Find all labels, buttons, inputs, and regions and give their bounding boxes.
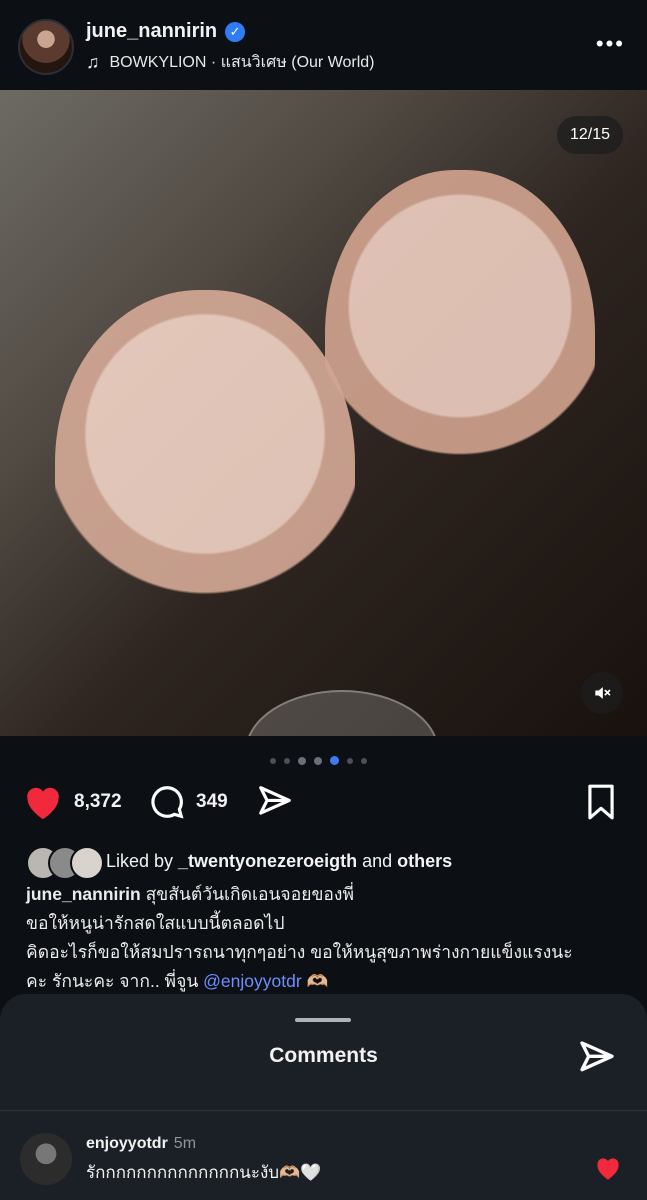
post-caption: june_nannirin สุขสันต์วันเกิดเอนจอยของพี… [26, 880, 626, 996]
action-bar: 8,372 349 [22, 783, 622, 827]
liked-by[interactable]: Liked by _twentyonezeroeigth and others [26, 846, 452, 880]
comment-item: enjoyyotdr 5m รักกกกกกกกกกกกกกนะงับ🫶🏼🤍 [20, 1133, 630, 1193]
username[interactable]: june_nannirin [86, 20, 217, 43]
comment-username[interactable]: enjoyyotdr [86, 1135, 168, 1152]
like-count[interactable]: 8,372 [74, 791, 122, 813]
divider [0, 1110, 647, 1111]
heart-icon [597, 1158, 619, 1180]
bookmark-icon[interactable] [584, 783, 618, 821]
carousel-dot [270, 757, 276, 764]
carousel-dot-active [330, 756, 339, 765]
comment-group: 349 [148, 783, 228, 821]
more-options-icon[interactable]: ••• [596, 31, 625, 57]
comment-like-button[interactable] [594, 1155, 622, 1186]
mute-button[interactable] [581, 672, 623, 714]
like-heart-icon[interactable] [22, 783, 64, 821]
caption-line: คะ รักนะคะ จาก.. พี่จูน [26, 971, 204, 991]
share-send-icon [580, 1041, 614, 1072]
caption-line: สุขสันต์วันเกิดเอนจอยของพี่ [140, 884, 355, 904]
music-info[interactable]: ♫ BOWKYLION · แสนวิเศษ (Our World) [86, 50, 375, 75]
liked-by-prefix: Liked by [106, 850, 179, 871]
caption-line: ขอให้หนูน่ารักสดใสแบบนี้ตลอดไป [26, 913, 285, 933]
comments-title: Comments [269, 1044, 378, 1067]
carousel-dot [284, 757, 290, 764]
caption-emoji: 🫶🏼 [306, 971, 329, 991]
caption-line: คิดอะไรก็ขอให้สมปรารถนาทุกๆอย่าง ขอให้หน… [26, 942, 573, 962]
speaker-muted-icon [595, 687, 611, 699]
username-row[interactable]: june_nannirin ✓ [86, 20, 246, 43]
post-header: june_nannirin ✓ ♫ BOWKYLION · แสนวิเศษ (… [0, 0, 647, 90]
music-note-icon: ♫ [86, 52, 100, 72]
sheet-share-button[interactable] [577, 1038, 617, 1083]
sheet-drag-handle[interactable] [295, 1018, 351, 1022]
save-group [584, 783, 618, 821]
comments-sheet: Comments enjoyyotdr 5m รักกกกกกกกกกกกกกนะ… [0, 994, 647, 1200]
post-photo[interactable] [0, 90, 647, 736]
liker-avatars [26, 846, 104, 880]
carousel-dot [298, 756, 306, 765]
profile-avatar[interactable] [18, 19, 74, 75]
liked-by-others[interactable]: others [397, 851, 452, 872]
comment-text: รักกกกกกกกกกกกกกนะงับ🫶🏼🤍 [86, 1163, 322, 1182]
photo-cup [245, 690, 439, 736]
comment-header: enjoyyotdr 5m [86, 1135, 196, 1153]
comment-avatar[interactable] [20, 1133, 72, 1185]
caption-mention[interactable]: @enjoyyotdr [203, 971, 302, 991]
carousel-dot [347, 757, 353, 764]
carousel-dot [314, 756, 322, 765]
liker-avatar [70, 846, 104, 880]
caption-username[interactable]: june_nannirin [26, 884, 141, 904]
like-group: 8,372 [22, 783, 122, 821]
carousel-indicator [270, 756, 367, 765]
liked-by-user[interactable]: _twentyonezeroeigth [178, 851, 357, 872]
music-label[interactable]: BOWKYLION · แสนวิเศษ (Our World) [110, 50, 375, 75]
photo-subject-right [325, 170, 595, 510]
carousel-dot [361, 757, 367, 764]
verified-badge-icon: ✓ [225, 21, 246, 42]
comment-count[interactable]: 349 [196, 791, 228, 813]
comment-timestamp: 5m [173, 1135, 197, 1152]
image-counter: 12/15 [557, 116, 623, 154]
share-send-icon[interactable] [256, 783, 294, 821]
liked-by-middle: and [357, 850, 398, 871]
comment-bubble-icon[interactable] [148, 783, 186, 821]
photo-subject-left [55, 290, 355, 650]
share-group [256, 783, 294, 821]
